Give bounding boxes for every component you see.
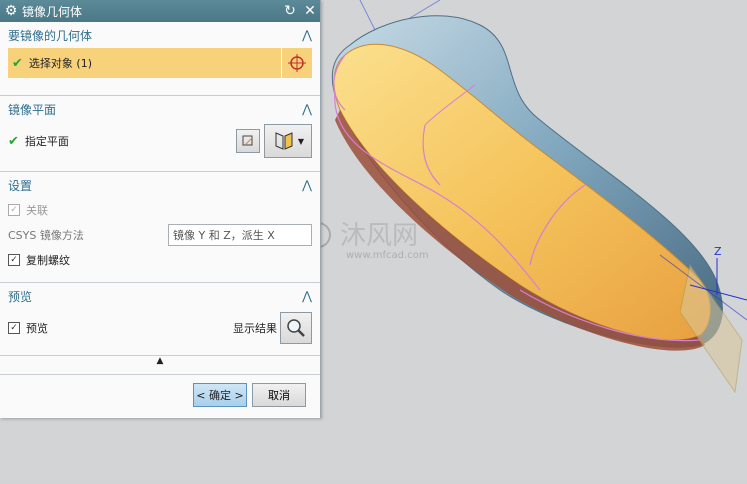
collapse-icon[interactable]: ⋀ <box>302 102 312 116</box>
section-settings-label: 设置 <box>8 178 33 193</box>
cancel-button[interactable]: 取消 <box>252 383 306 407</box>
mirror-geometry-dialog: ⚙ 镜像几何体 ↻ ✕ 要镜像的几何体 ⋀ ✔ 选择对象 (1) 镜像平面 ⋀ … <box>0 0 321 418</box>
csys-method-select[interactable]: 镜像 Y 和 Z，派生 X <box>168 224 312 246</box>
section-geometry: 要镜像的几何体 ⋀ ✔ 选择对象 (1) <box>0 22 320 96</box>
specify-plane-row[interactable]: ✔ 指定平面 ▼ <box>0 122 320 160</box>
plane-dialog-icon[interactable] <box>236 129 260 153</box>
collapse-icon[interactable]: ⋀ <box>302 289 312 303</box>
dialog-title: 镜像几何体 <box>22 4 83 19</box>
select-object-label: 选择对象 (1) <box>28 57 92 70</box>
section-plane-header[interactable]: 镜像平面 ⋀ <box>0 96 320 122</box>
watermark-brand: 沐风网 <box>340 221 418 251</box>
section-preview-label: 预览 <box>8 289 33 304</box>
gear-icon[interactable]: ⚙ <box>0 3 22 19</box>
collapse-icon[interactable]: ⋀ <box>302 28 312 42</box>
ok-button[interactable]: < 确定 > <box>193 383 247 407</box>
associative-row: ✓ 关联 <box>0 198 320 222</box>
section-plane-label: 镜像平面 <box>8 102 57 117</box>
watermark-url: www.mfcad.com <box>346 250 429 261</box>
copy-threads-label: 复制螺纹 <box>26 254 70 267</box>
copy-threads-row[interactable]: ✓ 复制螺纹 <box>0 248 320 272</box>
section-preview: 预览 ⋀ ✓ 预览 显示结果 <box>0 283 320 356</box>
associative-checkbox: ✓ <box>8 204 20 216</box>
magnifier-icon <box>287 319 305 337</box>
section-settings: 设置 ⋀ ✓ 关联 CSYS 镜像方法 镜像 Y 和 Z，派生 X ✓ 复制螺纹 <box>0 172 320 283</box>
check-icon: ✔ <box>8 133 19 149</box>
csys-method-row: CSYS 镜像方法 镜像 Y 和 Z，派生 X <box>0 222 320 248</box>
dialog-titlebar[interactable]: ⚙ 镜像几何体 ↻ ✕ <box>0 0 320 22</box>
section-settings-header[interactable]: 设置 ⋀ <box>0 172 320 198</box>
chevron-down-icon: ▼ <box>297 136 305 146</box>
section-geometry-label: 要镜像的几何体 <box>8 28 93 43</box>
select-object-row[interactable]: ✔ 选择对象 (1) <box>8 48 312 78</box>
specify-plane-label: 指定平面 <box>24 135 69 148</box>
crosshair-icon[interactable] <box>281 48 312 78</box>
associative-label: 关联 <box>26 204 48 217</box>
csys-z-label: Z <box>714 245 722 258</box>
collapse-icon[interactable]: ⋀ <box>302 178 312 192</box>
preview-label: 预览 <box>26 322 48 335</box>
show-result-button[interactable] <box>280 312 312 344</box>
plane-type-dropdown[interactable]: ▼ <box>264 124 312 158</box>
section-geometry-header[interactable]: 要镜像的几何体 ⋀ <box>0 22 320 48</box>
watermark-logo: 沐风网 www.mfcad.com <box>305 221 429 261</box>
close-icon[interactable]: ✕ <box>300 3 320 19</box>
copy-threads-checkbox[interactable]: ✓ <box>8 254 20 266</box>
more-options-toggle[interactable]: ▲ <box>0 356 320 375</box>
preview-checkbox[interactable]: ✓ <box>8 322 20 334</box>
section-plane: 镜像平面 ⋀ ✔ 指定平面 ▼ <box>0 96 320 172</box>
show-result-label: 显示结果 <box>233 322 277 335</box>
reset-icon[interactable]: ↻ <box>280 3 300 19</box>
section-preview-header[interactable]: 预览 ⋀ <box>0 283 320 309</box>
preview-row: ✓ 预览 显示结果 <box>0 309 320 347</box>
csys-method-label: CSYS 镜像方法 <box>8 229 84 242</box>
check-icon: ✔ <box>12 55 23 71</box>
dialog-footer: < 确定 > 取消 <box>0 378 320 414</box>
